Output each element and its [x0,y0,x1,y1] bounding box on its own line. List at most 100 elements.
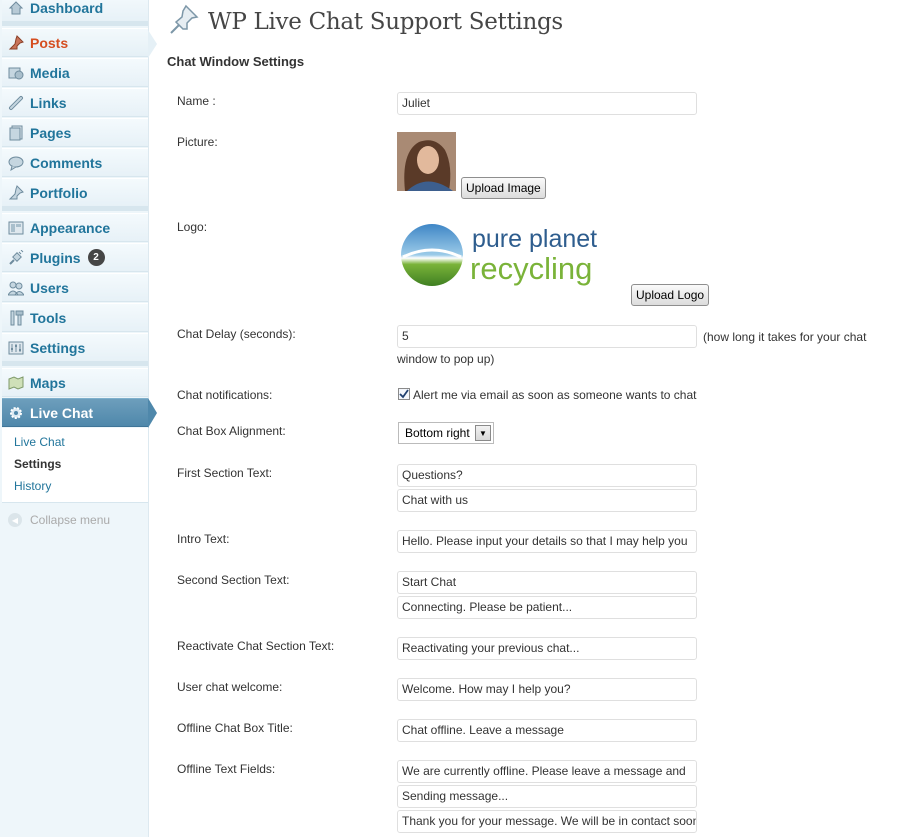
pages-icon [8,125,24,141]
reactivate-chat-label: Reactivate Chat Section Text: [177,639,335,653]
first-section-text-field-1[interactable]: Questions? [397,464,697,487]
sidebar-item-label: Links [30,94,67,111]
first-section-text-field-2[interactable]: Chat with us [397,489,697,512]
chat-delay-field[interactable]: 5 [397,325,697,348]
picture-label: Picture: [177,135,218,149]
home-icon [8,0,24,16]
email-alert-checkbox[interactable] [398,388,410,400]
logo-label: Logo: [177,220,208,234]
second-section-text-field-2[interactable]: Connecting. Please be patient... [397,596,697,619]
chat-box-alignment-select[interactable]: Bottom right ▼ [398,422,494,444]
chat-delay-note-line1: (how long it takes for your chat [703,330,867,344]
media-icon [8,65,24,81]
sidebar-item-posts[interactable]: Posts [2,28,148,57]
sidebar-item-live-chat[interactable]: Live Chat [2,398,148,427]
chevron-down-icon[interactable]: ▼ [475,425,491,441]
upload-logo-button[interactable]: Upload Logo [631,284,710,306]
pushpin-icon [168,3,200,40]
section-heading: Chat Window Settings [167,54,305,69]
link-icon [8,95,24,111]
update-count-badge: 2 [87,249,105,266]
sidebar-item-label: Users [30,279,69,296]
alignment-selected-value: Bottom right [405,426,470,440]
intro-text-label: Intro Text: [177,532,230,546]
chat-box-alignment-label: Chat Box Alignment: [177,424,286,438]
submenu-item-live-chat[interactable]: Live Chat [14,435,65,449]
sidebar-item-tools[interactable]: Tools [2,303,148,332]
sidebar-item-users[interactable]: Users [2,273,148,302]
collapse-arrow-icon: ◀ [8,513,22,527]
plug-icon [8,249,24,266]
menu-separator [2,362,148,366]
avatar-image [397,132,456,191]
sidebar-item-label: Pages [30,124,72,141]
name-label: Name : [177,94,216,108]
sidebar-item-label: Posts [30,34,69,51]
sidebar-item-label: Portfolio [30,184,88,201]
users-icon [8,280,24,296]
submenu-item-history[interactable]: History [14,479,51,493]
sidebar-item-label: Media [30,64,70,81]
sidebar-item-links[interactable]: Links [2,88,148,117]
page-header: WP Live Chat Support Settings [168,3,563,40]
sidebar-item-comments[interactable]: Comments [2,148,148,177]
logo-text-top: pure planet [472,225,597,253]
submenu-item-settings[interactable]: Settings [14,457,61,471]
comment-icon [8,155,24,171]
chat-delay-label: Chat Delay (seconds): [177,327,296,341]
offline-title-field[interactable]: Chat offline. Leave a message [397,719,697,742]
logo-image: pure planet recycling [398,215,620,295]
reactivate-chat-field[interactable]: Reactivating your previous chat... [397,637,697,660]
menu-separator [2,22,148,26]
chat-notifications-label: Chat notifications: [177,388,273,402]
sidebar-item-plugins[interactable]: Plugins 2 [2,243,148,272]
gear-icon [8,405,24,421]
page-title: WP Live Chat Support Settings [208,8,563,35]
user-chat-welcome-label: User chat welcome: [177,680,283,694]
admin-sidebar: Dashboard Posts Media Links Pages Commen… [0,0,149,837]
sidebar-item-label: Tools [30,309,67,326]
pushpin-icon [8,34,24,51]
collapse-menu-label: Collapse menu [30,513,111,527]
second-section-text-label: Second Section Text: [177,573,290,587]
user-chat-welcome-field[interactable]: Welcome. How may I help you? [397,678,697,701]
sidebar-item-settings[interactable]: Settings [2,333,148,362]
chat-delay-note-line2: window to pop up) [397,352,495,366]
current-menu-arrow [148,398,157,428]
sidebar-item-label: Comments [30,154,103,171]
checkmark-icon [399,389,409,399]
pushpin-icon [8,184,24,201]
offline-title-label: Offline Chat Box Title: [177,721,293,735]
sidebar-item-appearance[interactable]: Appearance [2,213,148,242]
map-icon [8,375,24,391]
logo-text-bottom: recycling [470,251,592,286]
sidebar-item-label: Live Chat [30,404,94,421]
sidebar-item-dashboard[interactable]: Dashboard [2,0,148,22]
intro-text-field[interactable]: Hello. Please input your details so that… [397,530,697,553]
appearance-icon [8,220,24,236]
sidebar-item-maps[interactable]: Maps [2,368,148,397]
offline-text-field-1[interactable]: We are currently offline. Please leave a… [397,760,697,783]
live-chat-submenu: Live Chat Settings History [2,428,148,503]
offline-text-fields-label: Offline Text Fields: [177,762,276,776]
upload-image-button[interactable]: Upload Image [461,177,546,199]
name-field[interactable]: Juliet [397,92,697,115]
sidebar-item-media[interactable]: Media [2,58,148,87]
sidebar-item-label: Dashboard [30,0,104,16]
sidebar-item-label: Maps [30,374,66,391]
current-menu-arrow [148,30,157,58]
menu-separator [2,207,148,211]
settings-icon [8,340,24,356]
sidebar-item-label: Plugins [30,249,81,266]
sidebar-item-pages[interactable]: Pages [2,118,148,147]
sidebar-item-label: Appearance [30,219,111,236]
email-alert-label: Alert me via email as soon as someone wa… [413,388,697,402]
collapse-menu-button[interactable]: ◀ Collapse menu [8,513,110,527]
second-section-text-field-1[interactable]: Start Chat [397,571,697,594]
sidebar-item-label: Settings [30,339,86,356]
tools-icon [8,310,24,326]
offline-text-field-2[interactable]: Sending message... [397,785,697,808]
sidebar-item-portfolio[interactable]: Portfolio [2,178,148,207]
offline-text-field-3[interactable]: Thank you for your message. We will be i… [397,810,697,833]
first-section-text-label: First Section Text: [177,466,273,480]
